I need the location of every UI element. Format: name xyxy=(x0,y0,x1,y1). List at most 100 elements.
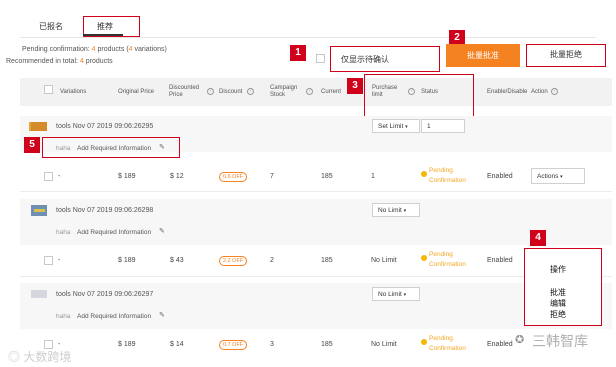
variation-cell: - xyxy=(58,173,61,180)
status-cell-2: Confirmation xyxy=(429,261,466,268)
actions-dropdown-label: Actions xyxy=(537,173,559,180)
limit-select[interactable]: No Limit ▾ xyxy=(372,203,420,217)
col-variations: Variations xyxy=(60,89,87,95)
row-checkbox[interactable] xyxy=(44,256,53,265)
product-group-header xyxy=(20,199,612,245)
enabled-cell[interactable]: Enabled xyxy=(487,173,513,180)
product-name[interactable]: tools Nov 07 2019 09:06:26298 xyxy=(56,207,153,214)
brand-label: haha xyxy=(56,229,71,236)
enabled-cell[interactable]: Enabled xyxy=(487,341,513,348)
col-campaign-stock-1: Campaign xyxy=(270,85,298,91)
discounted-price-cell: $ 14 xyxy=(170,341,184,348)
col-discounted-price-2: Price xyxy=(169,92,183,98)
product-image-detail xyxy=(34,209,45,212)
stock-cell: 7 xyxy=(270,173,274,180)
col-enable-disable: Enable/Disable xyxy=(487,89,528,95)
chevron-down-icon: ▾ xyxy=(403,208,407,214)
callout-5: 5 xyxy=(24,137,40,153)
limit-select-value: No Limit xyxy=(378,291,402,298)
status-cell-1: Pending xyxy=(429,251,453,258)
wechat-icon: ✪ xyxy=(515,334,525,346)
discounted-price-cell: $ 43 xyxy=(170,257,184,264)
discount-badge: 0.7 OFF xyxy=(219,340,248,350)
row-divider xyxy=(20,191,612,192)
original-price-cell: $ 189 xyxy=(118,257,136,264)
action-menu: 操作 批准 编辑 拒绝 xyxy=(524,248,602,326)
batch-approve-button[interactable]: 批量批准 xyxy=(446,44,520,67)
help-icon[interactable]: ? xyxy=(247,88,254,95)
col-discount: Discount xyxy=(219,89,243,95)
limit-input[interactable]: 1 xyxy=(421,119,465,133)
purchase-limit-cell: No Limit xyxy=(371,257,397,264)
product-image xyxy=(31,290,47,298)
watermark-right: 三韩智库 xyxy=(532,333,588,349)
row-checkbox[interactable] xyxy=(44,172,53,181)
enabled-cell[interactable]: Enabled xyxy=(487,257,513,264)
add-info-link[interactable]: Add Required Information xyxy=(77,229,151,236)
menu-item-edit[interactable]: 编辑 xyxy=(550,298,566,309)
tab-active-underline xyxy=(83,34,123,36)
brand-label: haha xyxy=(56,313,71,320)
help-icon[interactable]: ? xyxy=(306,88,313,95)
select-all-checkbox[interactable] xyxy=(44,85,53,94)
edit-icon[interactable]: ✎ xyxy=(159,143,165,151)
help-icon[interactable]: ? xyxy=(207,88,214,95)
status-cell-2: Confirmation xyxy=(429,177,466,184)
only-pending-checkbox[interactable] xyxy=(316,54,325,63)
action-menu-title: 操作 xyxy=(550,265,566,274)
col-original-price: Original Price xyxy=(118,89,155,95)
status-cell-1: Pending xyxy=(429,335,453,342)
stock-cell: 3 xyxy=(270,341,274,348)
limit-select-value: Set Limit xyxy=(378,123,404,130)
help-icon[interactable]: ? xyxy=(551,88,558,95)
variation-cell: - xyxy=(58,257,61,264)
edit-icon[interactable]: ✎ xyxy=(159,227,165,235)
product-name[interactable]: tools Nov 07 2019 09:06:26297 xyxy=(56,291,153,298)
recommended-summary: Recommended in total: 4 products xyxy=(6,58,113,65)
edit-icon[interactable]: ✎ xyxy=(159,311,165,319)
brand-label: haha xyxy=(56,145,71,152)
variation-cell: - xyxy=(58,341,61,348)
chevron-down-icon: ▾ xyxy=(405,124,408,130)
status-cell-2: Confirmation xyxy=(429,345,466,352)
product-image xyxy=(31,122,47,131)
watermark-left: ◎ 大数跨境 xyxy=(8,350,72,364)
menu-item-reject[interactable]: 拒绝 xyxy=(550,309,566,320)
col-campaign-stock-2: Stock xyxy=(270,92,286,98)
tab-registered[interactable]: 已报名 xyxy=(39,21,63,32)
batch-reject-button[interactable]: 批量拒绝 xyxy=(526,44,606,67)
pending-status-icon xyxy=(421,171,427,177)
product-name[interactable]: tools Nov 07 2019 09:06:26295 xyxy=(56,123,153,130)
col-action: Action xyxy=(531,89,548,95)
callout-1: 1 xyxy=(290,45,306,61)
col-current: Current xyxy=(321,89,342,95)
chevron-down-icon: ▾ xyxy=(403,292,407,298)
only-pending-box: 仅显示待确认 xyxy=(330,46,440,72)
limit-select[interactable]: No Limit ▾ xyxy=(372,287,420,301)
discount-badge: 0.6 OFF xyxy=(219,172,248,182)
current-cell: 185 xyxy=(321,341,333,348)
only-pending-label: 仅显示待确认 xyxy=(341,55,389,64)
add-info-link[interactable]: Add Required Information xyxy=(77,145,151,152)
callout-4: 4 xyxy=(530,230,546,246)
current-cell: 185 xyxy=(321,257,333,264)
limit-select[interactable]: Set Limit ▾ xyxy=(372,119,420,133)
pending-status-icon xyxy=(421,339,427,345)
menu-item-approve[interactable]: 批准 xyxy=(550,287,566,298)
discount-badge: 2.2 OFF xyxy=(219,256,248,266)
pending-summary: Pending confirmation: 4 products (4 vari… xyxy=(22,46,167,53)
discounted-price-cell: $ 12 xyxy=(170,173,184,180)
pending-status-icon xyxy=(421,255,427,261)
chevron-down-icon: ▾ xyxy=(560,174,563,180)
stock-cell: 2 xyxy=(270,257,274,264)
actions-dropdown[interactable]: Actions ▾ xyxy=(531,168,585,184)
limit-select-value: No Limit xyxy=(378,207,402,214)
status-cell-1: Pending xyxy=(429,167,453,174)
tab-divider xyxy=(20,37,596,38)
add-info-link[interactable]: Add Required Information xyxy=(77,313,151,320)
original-price-cell: $ 189 xyxy=(118,341,136,348)
current-cell: 185 xyxy=(321,173,333,180)
purchase-limit-cell: 1 xyxy=(371,173,375,180)
original-price-cell: $ 189 xyxy=(118,173,136,180)
tab-bar: 已报名 推荐 xyxy=(0,0,616,43)
